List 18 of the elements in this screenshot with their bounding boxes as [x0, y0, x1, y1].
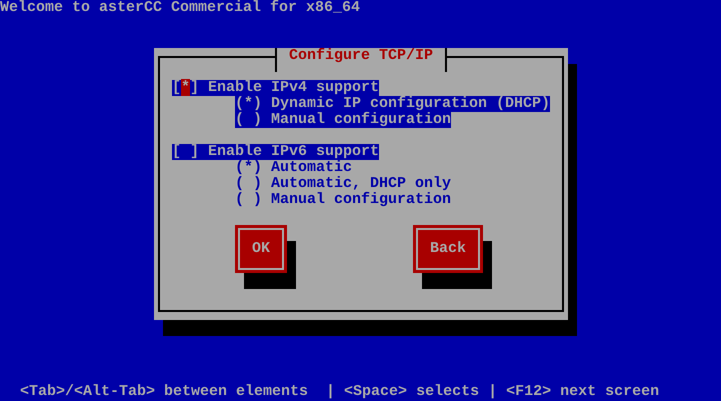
radio-option[interactable]: (*) Dynamic IP configuration (DHCP) — [235, 96, 550, 112]
radio-indicator: ( ) — [235, 191, 262, 208]
status-text: <Tab>/<Alt-Tab> between elements | <Space> selects | <F12> next screen — [20, 384, 660, 400]
radio-indicator: (*) — [235, 159, 262, 176]
radio-option[interactable]: ( ) Automatic, DHCP only — [235, 176, 452, 192]
focus-cursor: * — [181, 79, 190, 96]
checkbox[interactable]: [*] Enable IPv4 support — [172, 80, 380, 96]
dialog-title: Configure TCP/IP — [274, 48, 448, 72]
radio-option[interactable]: ( ) Manual configuration — [235, 192, 452, 208]
radio-indicator: (*) — [235, 95, 262, 112]
screen-title: Welcome to asterCC Commercial for x86_64 — [0, 0, 360, 16]
radio-option[interactable]: ( ) Manual configuration — [235, 112, 452, 128]
checkbox[interactable]: [ ] Enable IPv6 support — [172, 144, 380, 160]
radio-indicator: ( ) — [235, 175, 262, 192]
radio-option[interactable]: (*) Automatic — [235, 160, 352, 176]
radio-indicator: ( ) — [235, 111, 262, 128]
dialog-button[interactable]: OK — [235, 225, 288, 273]
dialog-button[interactable]: Back — [413, 225, 484, 273]
